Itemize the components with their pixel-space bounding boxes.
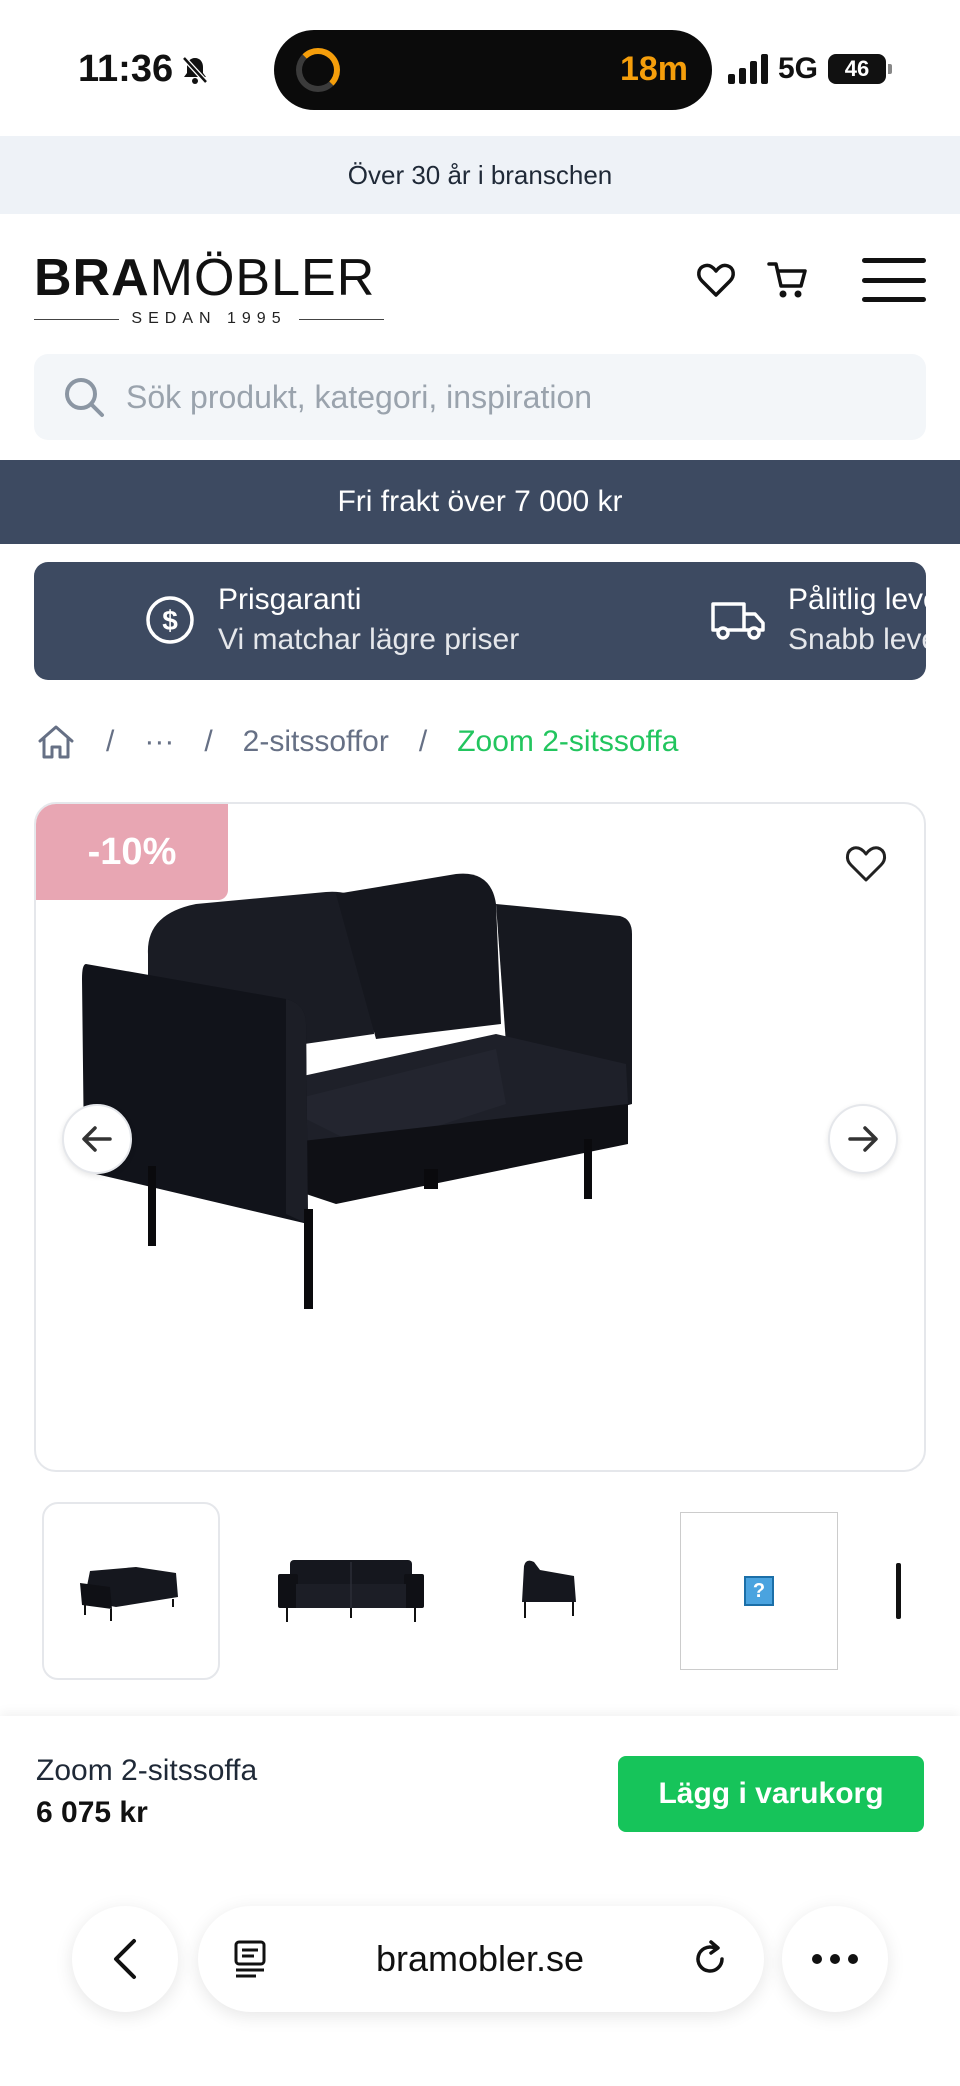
status-bar: 11:36 18m 5G 46 <box>0 0 960 136</box>
dollar-icon: $ <box>146 596 194 644</box>
announcement-text: Över 30 år i branschen <box>347 159 613 190</box>
sticky-buy-bar: Zoom 2-sitssoffa 6 075 kr Lägg i varukor… <box>0 1716 960 2086</box>
logo-tagline: SEDAN 1995 <box>34 310 385 328</box>
truck-icon <box>711 602 765 640</box>
usp-title: Prisgaranti <box>218 583 362 616</box>
clock: 11:36 <box>78 48 174 90</box>
activity-duration: 18m <box>619 50 688 88</box>
favorite-heart-icon[interactable] <box>844 844 888 889</box>
usp-subtitle: Vi matchar lägre priser <box>218 623 520 656</box>
announcement-bar: Över 30 år i branschen <box>0 136 960 214</box>
hamburger-menu-icon[interactable] <box>862 258 926 302</box>
reader-mode-icon[interactable] <box>232 1939 270 1979</box>
breadcrumb-category-link[interactable]: 2-sitssoffor <box>243 725 389 759</box>
broken-image-icon: ? <box>744 1576 774 1606</box>
browser-more-button[interactable] <box>782 1906 888 2012</box>
dynamic-island[interactable]: 18m <box>274 30 712 110</box>
thumbnail-3[interactable] <box>460 1502 638 1680</box>
status-indicators: 5G 46 <box>728 52 893 86</box>
arrow-right-icon <box>848 1126 878 1152</box>
add-to-cart-button[interactable]: Lägg i varukorg <box>618 1756 924 1832</box>
battery-level: 46 <box>844 56 870 81</box>
svg-text:$: $ <box>162 605 178 636</box>
home-icon[interactable] <box>36 723 76 761</box>
sofa-thumbnail-side <box>522 1560 576 1618</box>
brand-logo[interactable]: BRAMÖBLER SEDAN 1995 <box>34 249 385 328</box>
product-gallery: -10% <box>34 802 926 1472</box>
buybar-product-name: Zoom 2-sitssoffa <box>36 1754 258 1787</box>
cart-icon[interactable] <box>766 258 810 302</box>
thumbnail-4-placeholder[interactable]: ? <box>680 1512 838 1670</box>
browser-address-bar[interactable]: bramobler.se <box>198 1906 764 2012</box>
reload-icon[interactable] <box>690 1939 730 1979</box>
status-time: 11:36 <box>78 48 209 91</box>
free-shipping-text: Fri frakt över 7 000 kr <box>337 485 623 518</box>
signal-bars-icon <box>728 54 768 84</box>
usp-item-price-guarantee: $ Prisgaranti Vi matchar lägre priser <box>144 580 519 660</box>
breadcrumb-separator: / <box>418 725 428 758</box>
browser-back-button[interactable] <box>72 1906 178 2012</box>
battery-icon: 46 <box>828 54 893 84</box>
thumbnail-2[interactable] <box>262 1502 440 1680</box>
sofa-thumbnail-angle <box>80 1567 178 1621</box>
more-dots-icon <box>812 1954 858 1964</box>
breadcrumb-ellipsis[interactable]: ··· <box>144 725 174 759</box>
usp-carousel[interactable]: $ Prisgaranti Vi matchar lägre priser På… <box>34 562 926 680</box>
breadcrumb: / ··· / 2-sitssoffor / Zoom 2-sitssoffa <box>36 716 678 768</box>
discount-badge: -10% <box>36 804 228 900</box>
wishlist-heart-icon[interactable] <box>694 258 738 302</box>
timer-ring-icon <box>296 48 340 92</box>
thumbnail-edge <box>895 1563 901 1619</box>
header-actions <box>694 258 926 302</box>
thumbnail-strip: ? <box>40 1502 960 1682</box>
bell-slash-icon <box>182 55 208 84</box>
search-icon <box>65 378 104 417</box>
site-header: BRAMÖBLER SEDAN 1995 <box>0 214 960 344</box>
breadcrumb-current: Zoom 2-sitssoffa <box>457 725 679 758</box>
sofa-product-image[interactable] <box>36 804 926 1472</box>
breadcrumb-separator: / <box>204 725 213 758</box>
logo-wordmark: BRAMÖBLER <box>34 249 376 307</box>
thumbnail-5-partial[interactable] <box>878 1502 918 1680</box>
network-type: 5G <box>778 52 819 85</box>
usp-subtitle: Snabb leverans <box>788 623 926 656</box>
usp-title: Pålitlig leverans <box>788 583 926 616</box>
arrow-left-icon <box>82 1126 112 1152</box>
breadcrumb-separator: / <box>106 725 115 758</box>
chevron-left-icon <box>114 1939 136 1979</box>
browser-url: bramobler.se <box>375 1938 585 1979</box>
usp-item-delivery: Pålitlig leverans Snabb leverans <box>710 580 926 660</box>
previous-image-button[interactable] <box>62 1104 132 1174</box>
search-input[interactable] <box>126 378 886 416</box>
buybar-product-price: 6 075 kr <box>36 1796 148 1829</box>
free-shipping-banner: Fri frakt över 7 000 kr <box>0 460 960 544</box>
next-image-button[interactable] <box>828 1104 898 1174</box>
sofa-thumbnail-front <box>278 1560 424 1622</box>
thumbnail-1[interactable] <box>42 1502 220 1680</box>
search-bar[interactable] <box>34 354 926 440</box>
